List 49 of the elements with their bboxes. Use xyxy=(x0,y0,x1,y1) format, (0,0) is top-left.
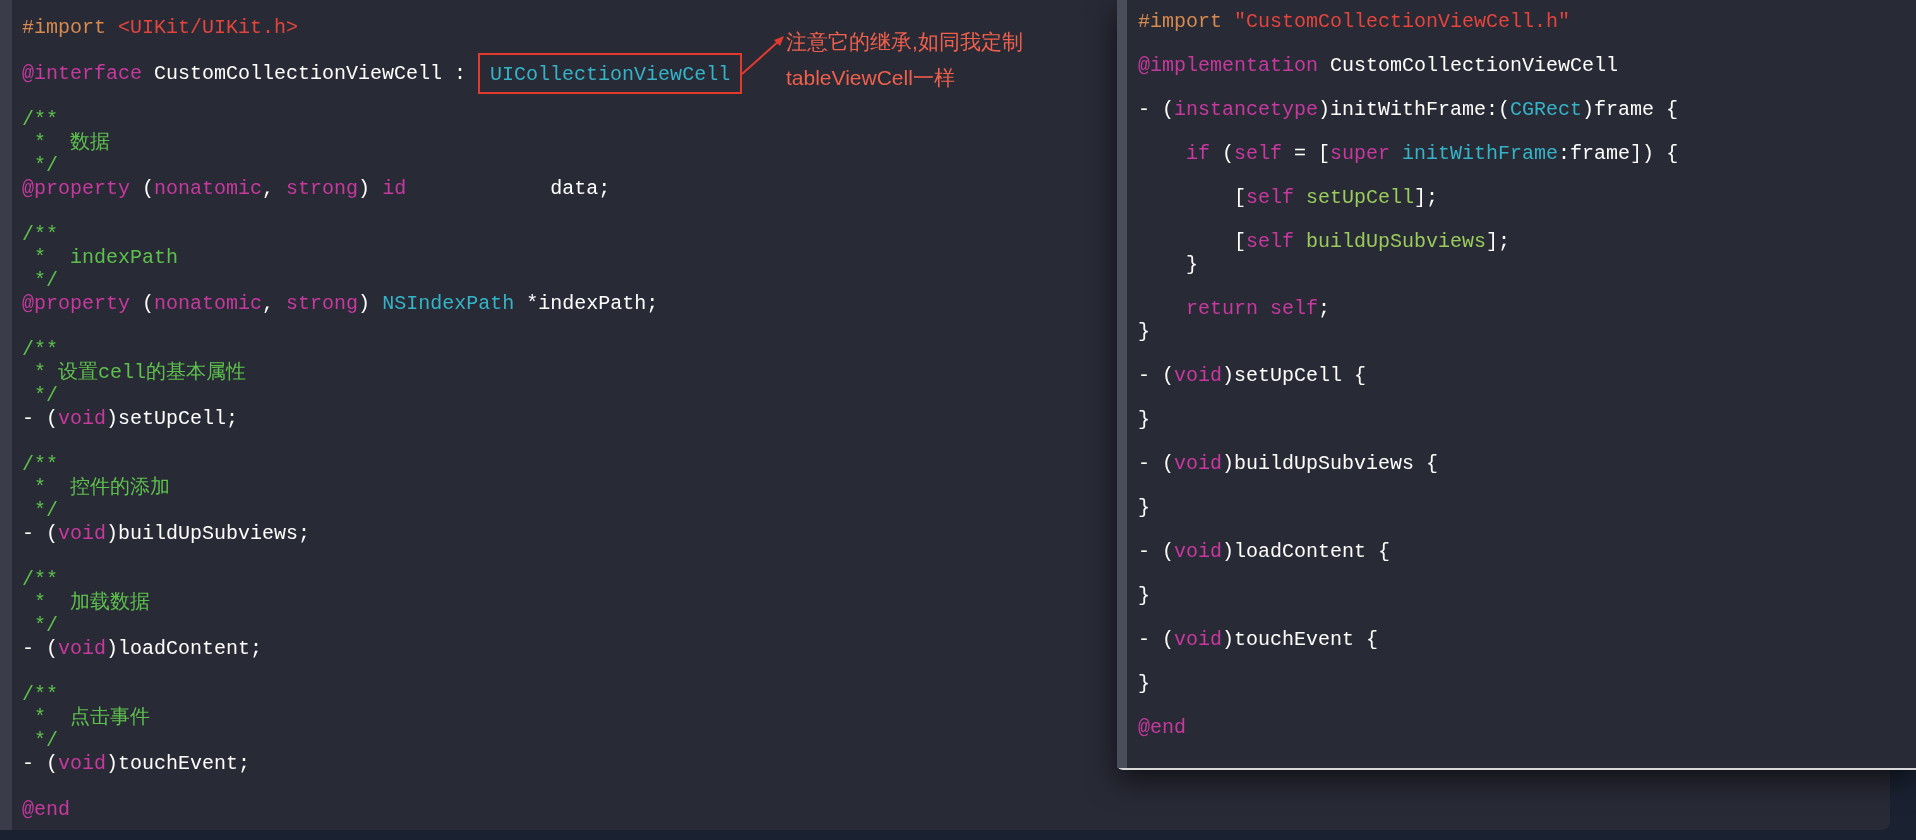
code-line: /** xyxy=(22,223,59,246)
code-line: } xyxy=(1138,408,1151,431)
code-line: } xyxy=(1138,496,1151,519)
code-line: @implementation CustomCollectionViewCell xyxy=(1138,54,1620,77)
code-line: [self setUpCell]; xyxy=(1233,186,1440,209)
code-line: @end xyxy=(1138,716,1187,739)
code-line: * 控件的添加 xyxy=(33,476,171,499)
code-line: - (void)touchEvent { xyxy=(1138,628,1380,651)
code-line: /** xyxy=(22,568,59,591)
code-line: * 点击事件 xyxy=(33,706,151,729)
code-line: /** xyxy=(22,108,59,131)
code-line: - (instancetype)initWithFrame:(CGRect)frame { xyxy=(1138,98,1679,121)
annotation-text: 注意它的继承,如同我定制 tableViewCell一样 xyxy=(786,29,1023,91)
code-line: /** xyxy=(22,453,59,476)
code-line: [self buildUpSubviews]; xyxy=(1233,230,1512,253)
code-token: @interface xyxy=(22,62,143,85)
arrow-icon xyxy=(740,34,786,76)
code-line: return self; xyxy=(1185,297,1332,320)
code-line: - (void)loadContent { xyxy=(1138,540,1392,563)
code-line: * indexPath xyxy=(33,246,180,269)
code-line: @end xyxy=(22,798,71,821)
code-line: */ xyxy=(33,384,59,407)
code-line: if (self = [super initWithFrame:frame]) { xyxy=(1185,142,1679,165)
code-line: @property (nonatomic, strong) NSIndexPath *indexPath; xyxy=(22,292,660,315)
code-line: } xyxy=(1138,584,1151,607)
code-line: */ xyxy=(33,269,59,292)
code-line: - (void)setUpCell { xyxy=(1138,364,1368,387)
code-line: } xyxy=(1138,320,1151,343)
code-line: * 设置cell的基本属性 xyxy=(33,361,247,384)
code-line: /** xyxy=(22,683,59,706)
code-line: - (void)buildUpSubviews { xyxy=(1138,452,1440,475)
code-line: @property (nonatomic, strong) id data; xyxy=(22,177,612,200)
code-line: - (void)buildUpSubviews; xyxy=(22,522,312,545)
code-line: * 数据 xyxy=(33,131,111,154)
code-line: * 加载数据 xyxy=(33,591,151,614)
code-line: /** xyxy=(22,338,58,361)
code-line: - (void)touchEvent; xyxy=(22,752,252,775)
code-token: CustomCollectionViewCell : xyxy=(153,62,468,85)
code-line: */ xyxy=(33,614,59,637)
code-line: #import "CustomCollectionViewCell.h" xyxy=(1138,10,1572,33)
code-line: } xyxy=(1185,253,1199,276)
code-line: */ xyxy=(33,499,59,522)
code-line: } xyxy=(1138,672,1151,695)
code-line: */ xyxy=(33,729,59,752)
highlight-box: UICollectionViewCell xyxy=(478,53,743,94)
code-line: #import <UIKit/UIKit.h> xyxy=(22,16,300,39)
code-line: - (void)setUpCell; xyxy=(22,407,240,430)
code-line: */ xyxy=(33,154,59,177)
code-line: - (void)loadContent; xyxy=(22,637,264,660)
